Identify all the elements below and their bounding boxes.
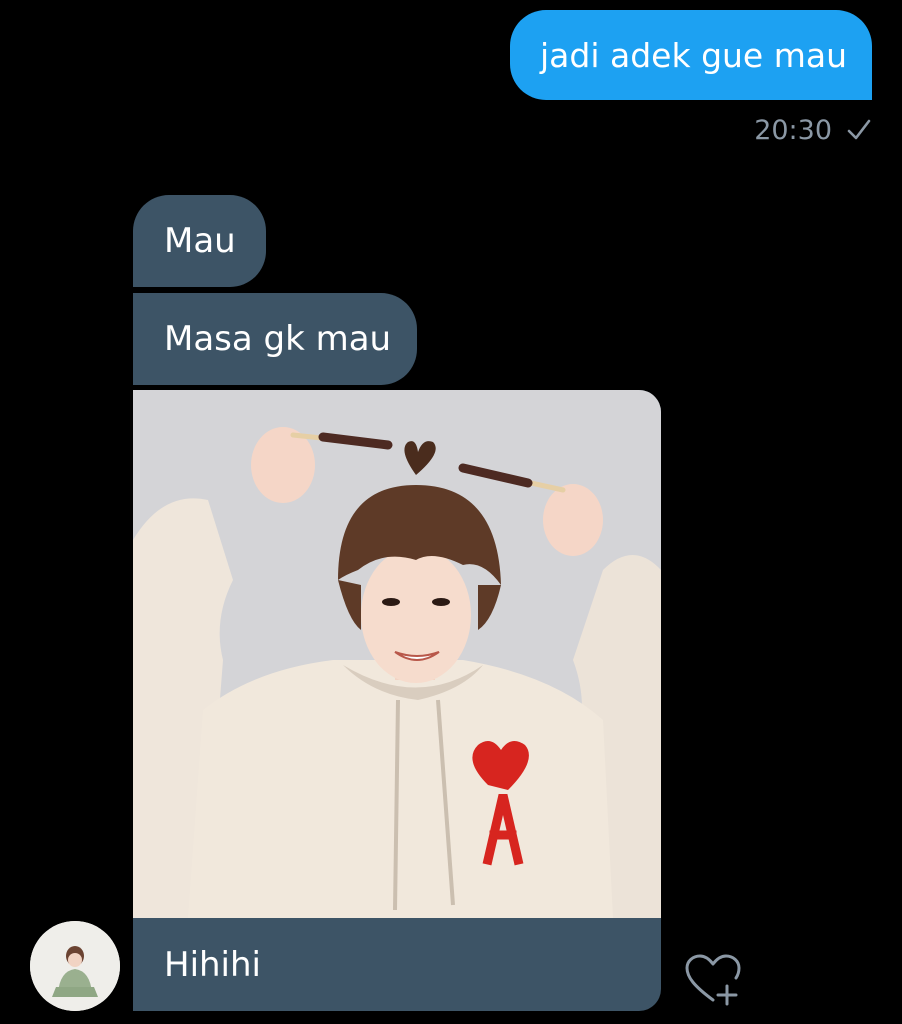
received-message-bubble[interactable]: Mau (133, 195, 266, 287)
media-caption: Hihihi (133, 918, 661, 1011)
sent-message-text: jadi adek gue mau (540, 35, 848, 75)
received-message-bubble[interactable]: Masa gk mau (133, 293, 417, 385)
message-photo[interactable] (133, 390, 661, 918)
message-timestamp: 20:30 (754, 114, 832, 146)
contact-avatar[interactable] (30, 921, 120, 1011)
media-message[interactable]: Hihihi (133, 390, 661, 1011)
received-message-text: Masa gk mau (164, 319, 392, 359)
sent-message-bubble[interactable]: jadi adek gue mau (510, 10, 872, 100)
received-message-text: Mau (164, 221, 236, 261)
heart-plus-icon[interactable] (684, 952, 742, 1008)
received-message-text: Hihihi (164, 944, 262, 985)
checkmark-icon (846, 117, 872, 143)
message-meta: 20:30 (754, 110, 872, 150)
